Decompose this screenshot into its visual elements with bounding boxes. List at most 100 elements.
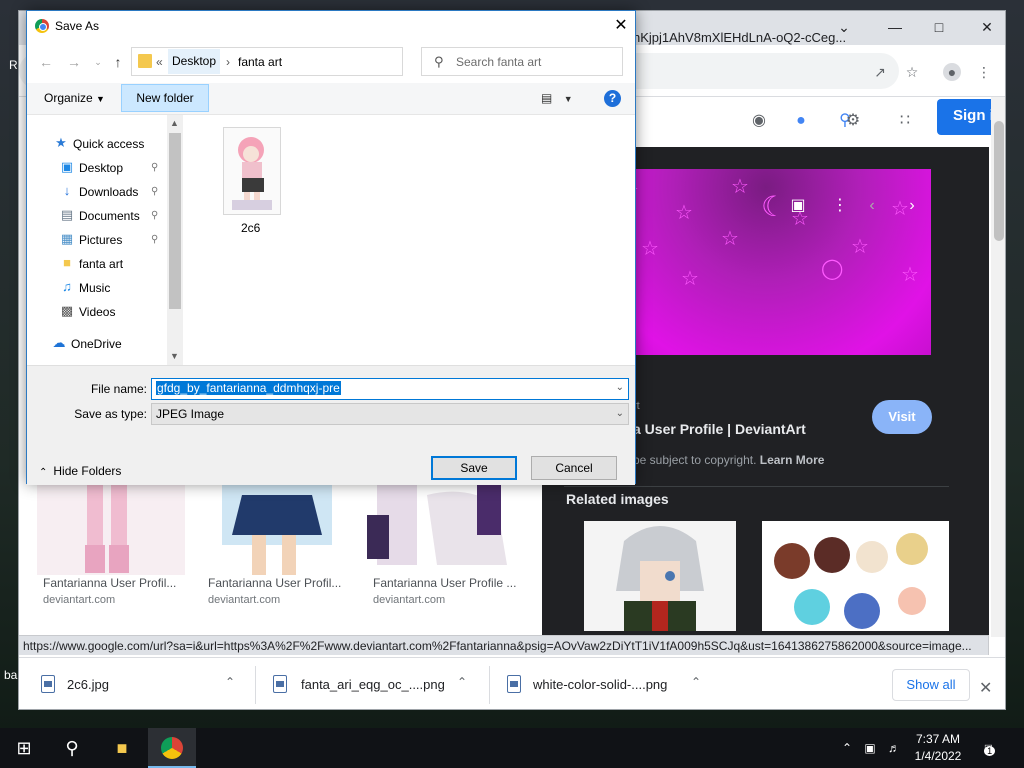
- file-explorer-icon[interactable]: ■: [98, 728, 146, 768]
- microphone-icon[interactable]: ●: [789, 109, 813, 133]
- learn-more-link[interactable]: Learn More: [760, 453, 825, 467]
- nav-pane-scrollbar-thumb[interactable]: [169, 133, 181, 309]
- chevron-up-icon[interactable]: ⌃: [457, 675, 473, 691]
- file-name-value[interactable]: gfdg_by_fantarianna_ddmhqxj-pre: [156, 381, 341, 395]
- nav-item-fanta-art[interactable]: ■ fanta art: [53, 253, 175, 275]
- camera-icon[interactable]: ◉: [747, 109, 771, 133]
- dialog-titlebar: Save As ✕: [27, 11, 635, 41]
- nav-pane-scrollbar[interactable]: ▲ ▼: [167, 115, 183, 365]
- search-icon: ⚲: [434, 54, 444, 69]
- url-text[interactable]: nKjpj1AhV8mXlEHdLnA-oQ2-cCeg...: [633, 30, 857, 45]
- file-thumbnail[interactable]: [223, 127, 281, 215]
- result-title[interactable]: Fantarianna User Profil...: [43, 576, 176, 590]
- result-image[interactable]: [202, 485, 350, 575]
- forward-arrow-icon[interactable]: →: [65, 53, 83, 71]
- breadcrumb-item-desktop[interactable]: Desktop: [168, 49, 221, 74]
- result-image[interactable]: [37, 485, 185, 575]
- hide-folders-label: Hide Folders: [53, 464, 122, 478]
- bookmark-star-icon[interactable]: ☆: [903, 63, 921, 81]
- nav-item-label: OneDrive: [71, 337, 122, 351]
- close-dialog-button[interactable]: ✕: [611, 16, 631, 36]
- chevron-up-icon[interactable]: ⌃: [691, 675, 707, 691]
- back-arrow-icon[interactable]: ←: [37, 53, 55, 71]
- menu-kebab-icon[interactable]: ⋮: [975, 63, 993, 81]
- nav-item-downloads[interactable]: ↓ Downloads ⚲: [53, 181, 175, 203]
- page-scrollbar-thumb[interactable]: [994, 121, 1004, 241]
- organize-label: Organize: [44, 91, 93, 105]
- breadcrumb-overflow[interactable]: «: [156, 55, 163, 69]
- volume-muted-icon[interactable]: ♬: [884, 728, 904, 768]
- search-box[interactable]: ⚲: [421, 47, 623, 76]
- up-arrow-icon[interactable]: ↑: [109, 53, 127, 71]
- save-button[interactable]: Save: [431, 456, 517, 480]
- start-windows-icon[interactable]: ⊞: [0, 728, 48, 768]
- share-icon[interactable]: ↗: [871, 63, 889, 81]
- scroll-down-icon[interactable]: ▼: [170, 351, 179, 361]
- download-filename: fanta_ari_eqg_oc_....png: [301, 677, 445, 692]
- sign-in-button[interactable]: Sign i: [937, 99, 997, 135]
- visit-button[interactable]: Visit: [872, 400, 932, 434]
- nav-item-desktop[interactable]: ▣ Desktop ⚲: [53, 157, 175, 179]
- cancel-button[interactable]: Cancel: [531, 456, 617, 480]
- show-hidden-icons-chevron-icon[interactable]: ⌃: [838, 728, 856, 768]
- chevron-up-icon[interactable]: ⌃: [225, 675, 241, 691]
- nav-item-onedrive[interactable]: ☁ OneDrive: [45, 333, 167, 355]
- profile-avatar-icon[interactable]: ●: [943, 63, 961, 81]
- close-shelf-icon[interactable]: ✕: [979, 678, 992, 698]
- hide-folders-toggle[interactable]: ⌃ Hide Folders: [39, 464, 121, 478]
- nav-item-pictures[interactable]: ▦ Pictures ⚲: [53, 229, 175, 251]
- nav-item-music[interactable]: ♫ Music: [53, 277, 175, 299]
- close-window-button[interactable]: ✕: [977, 17, 997, 37]
- result-title[interactable]: Fantarianna User Profile ...: [373, 576, 516, 590]
- nav-item-quick-access[interactable]: ★ Quick access: [47, 133, 169, 155]
- system-clock[interactable]: 7:37 AM 1/4/2022: [908, 731, 968, 765]
- notification-count-badge: 1: [984, 746, 996, 756]
- nav-item-videos[interactable]: ▩ Videos: [53, 301, 175, 323]
- chrome-taskbar-icon[interactable]: [148, 728, 196, 768]
- result-title[interactable]: Fantarianna User Profil...: [208, 576, 341, 590]
- preview-title[interactable]: a User Profile | DeviantArt: [633, 421, 806, 437]
- download-item[interactable]: 2c6.jpg ⌃: [41, 669, 241, 701]
- file-name-dropdown-chevron-icon[interactable]: ⌄: [616, 382, 624, 393]
- apps-grid-icon[interactable]: ∷: [893, 109, 917, 133]
- breadcrumb-separator[interactable]: ›: [226, 55, 230, 69]
- navigation-row: ← → ⌄ ↑ « Desktop › fanta art ⌄ ↻ ⚲: [27, 41, 635, 83]
- new-folder-button[interactable]: New folder: [121, 84, 209, 112]
- notification-center-icon[interactable]: □1: [980, 728, 1008, 768]
- previous-arrow-icon[interactable]: ‹: [861, 195, 883, 217]
- breadcrumb-item-fanta-art[interactable]: fanta art: [238, 55, 282, 69]
- more-options-icon[interactable]: ⋮: [829, 195, 851, 217]
- organize-menu[interactable]: Organize ▼: [44, 91, 105, 105]
- pin-icon: ⚲: [151, 162, 159, 173]
- help-icon[interactable]: ?: [604, 90, 621, 107]
- search-icon[interactable]: ⚲: [48, 728, 96, 768]
- file-name-label[interactable]: 2c6: [241, 221, 260, 235]
- lens-icon[interactable]: ▣: [787, 195, 809, 217]
- video-icon: ▩: [60, 303, 74, 318]
- result-image[interactable]: [367, 485, 515, 575]
- related-image[interactable]: [584, 521, 736, 631]
- show-all-button[interactable]: Show all: [892, 669, 970, 701]
- related-image[interactable]: [762, 521, 949, 631]
- pin-icon: ⚲: [151, 186, 159, 197]
- breadcrumb[interactable]: « Desktop › fanta art ⌄ ↻: [131, 47, 499, 76]
- download-filename: 2c6.jpg: [67, 677, 109, 692]
- minimize-button[interactable]: —: [885, 17, 905, 37]
- recent-locations-chevron-icon[interactable]: ⌄: [89, 53, 107, 71]
- result-source: deviantart.com: [373, 594, 446, 606]
- search-input[interactable]: [456, 53, 616, 71]
- download-item[interactable]: fanta_ari_eqg_oc_....png ⌃: [273, 669, 473, 701]
- save-as-type-chevron-icon[interactable]: ⌄: [616, 408, 624, 419]
- scroll-up-icon[interactable]: ▲: [170, 118, 179, 128]
- save-as-type-select[interactable]: JPEG Image ⌄: [151, 403, 629, 425]
- network-icon[interactable]: ▣: [860, 728, 880, 768]
- download-item[interactable]: white-color-solid-....png ⌃: [507, 669, 707, 701]
- chevron-down-icon: ▼: [563, 94, 573, 104]
- file-name-field[interactable]: gfdg_by_fantarianna_ddmhqxj-pre ⌄: [151, 378, 629, 400]
- view-options-menu[interactable]: ▤ ▼: [541, 91, 573, 105]
- preview-image[interactable]: ☆ ☆ ☆ ☆ ☆ ☆ ☆ ☆ ☆ ☆ ☾ ◯ ▣ ⋮ ‹ ›: [601, 169, 931, 355]
- next-arrow-icon[interactable]: ›: [901, 195, 923, 217]
- nav-item-documents[interactable]: ▤ Documents ⚲: [53, 205, 175, 227]
- maximize-button[interactable]: □: [929, 17, 949, 37]
- settings-gear-icon[interactable]: ⚙: [841, 109, 865, 133]
